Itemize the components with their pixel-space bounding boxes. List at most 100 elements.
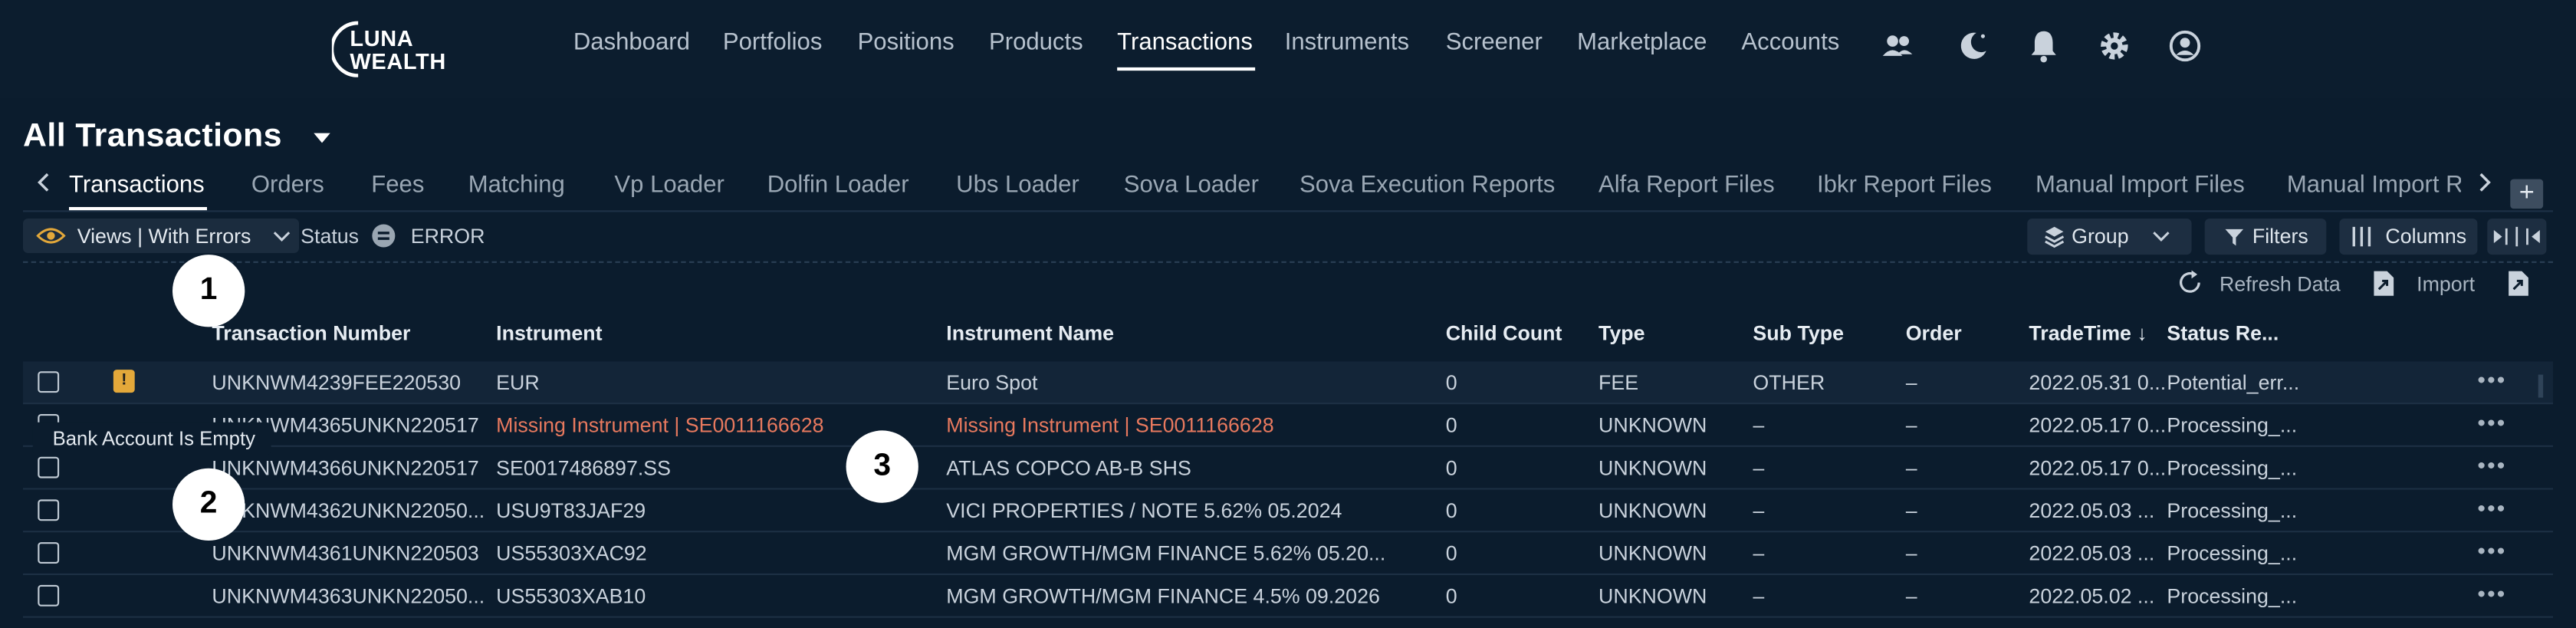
cell-status-reason: Potential_err... (2167, 371, 2300, 395)
nav-transactions[interactable]: Transactions (1117, 30, 1253, 56)
cell-order: – (1905, 584, 1917, 608)
nav-dashboard[interactable]: Dashboard (573, 30, 690, 56)
eye-icon (36, 228, 66, 244)
import-icon[interactable] (2372, 269, 2395, 297)
vertical-scrollbar[interactable] (2538, 374, 2544, 398)
cell-status-reason: Processing_... (2167, 499, 2298, 523)
nav-screener[interactable]: Screener (1446, 30, 1543, 56)
tab-manual-import-reports[interactable]: Manual Import R (2287, 173, 2461, 199)
cell-transaction-number: UNKNWM4363UNKN22050... (212, 584, 485, 608)
nav-marketplace[interactable]: Marketplace (1577, 30, 1707, 56)
cell-trade-time: 2022.05.02 ... (2029, 584, 2155, 608)
cell-sub-type: – (1753, 414, 1765, 437)
row-checkbox[interactable] (38, 371, 60, 393)
chevron-down-icon (2153, 232, 2170, 242)
cell-sub-type: – (1753, 499, 1765, 523)
gear-icon[interactable] (2096, 28, 2132, 64)
table-row[interactable]: ! UNKNWM4239FEE220530 EUR Euro Spot 0 FE… (23, 361, 2553, 405)
tab-ubs-loader[interactable]: Ubs Loader (956, 173, 1079, 199)
moon-icon[interactable] (1955, 28, 1991, 64)
cell-trade-time: 2022.05.17 0... (2029, 456, 2167, 480)
nav-instruments[interactable]: Instruments (1285, 30, 1409, 56)
refresh-icon[interactable] (2177, 269, 2203, 295)
tab-orders[interactable]: Orders (251, 173, 324, 199)
tab-sova-loader[interactable]: Sova Loader (1124, 173, 1259, 199)
cell-trade-time: 2022.05.31 0... (2029, 371, 2167, 395)
chevron-down-icon[interactable] (273, 230, 291, 243)
table-row[interactable]: UNKNWM4361UNKN220503 US55303XAC92 MGM GR… (23, 532, 2553, 575)
column-header-type[interactable]: Type (1598, 322, 1645, 345)
add-tab-button[interactable]: + (2510, 179, 2544, 209)
row-checkbox[interactable] (38, 542, 60, 564)
table-row[interactable]: UNKNWM4363UNKN22050... US55303XAB10 MGM … (23, 575, 2553, 618)
row-checkbox[interactable] (38, 584, 60, 607)
column-header-instrument[interactable]: Instrument (496, 322, 602, 345)
cell-child-count: 0 (1445, 542, 1457, 566)
nav-positions[interactable]: Positions (858, 30, 955, 56)
nav-accounts[interactable]: Accounts (1741, 30, 1839, 56)
cell-sub-type: – (1753, 542, 1765, 566)
refresh-data-button[interactable]: Refresh Data (2220, 273, 2341, 296)
row-checkbox[interactable] (38, 499, 60, 521)
row-actions-menu-icon[interactable]: ••• (2477, 452, 2506, 478)
cell-order: – (1905, 456, 1917, 480)
cell-order: – (1905, 542, 1917, 566)
cell-instrument: Missing Instrument | SE0011166628 (496, 414, 824, 437)
column-header-order[interactable]: Order (1906, 322, 1962, 345)
export-icon[interactable] (2507, 269, 2530, 297)
nav-portfolios[interactable]: Portfolios (723, 30, 823, 56)
luna-wealth-logo[interactable]: LUNA WEALTH (331, 18, 447, 77)
tab-fees[interactable]: Fees (371, 173, 424, 199)
user-circle-icon[interactable] (2167, 28, 2203, 64)
tab-transactions[interactable]: Transactions (69, 173, 205, 199)
tabs-scroll-left-icon[interactable] (36, 171, 52, 194)
column-header-transaction-number[interactable]: Transaction Number (212, 322, 410, 345)
row-actions-menu-icon[interactable]: ••• (2477, 409, 2506, 436)
cell-child-count: 0 (1445, 584, 1457, 608)
status-filter-value[interactable]: ERROR (411, 225, 485, 248)
row-actions-menu-icon[interactable]: ••• (2477, 580, 2506, 606)
annotation-badge-3: 3 (846, 430, 918, 503)
cell-instrument: SE0017486897.SS (496, 456, 672, 480)
column-header-status-reason[interactable]: Status Re... (2167, 322, 2279, 345)
column-header-sub-type[interactable]: Sub Type (1753, 322, 1844, 345)
cell-status-reason: Processing_... (2167, 584, 2298, 608)
tab-dolfin-loader[interactable]: Dolfin Loader (767, 173, 909, 199)
nav-products[interactable]: Products (989, 30, 1083, 56)
filters-label: Filters (2252, 225, 2308, 248)
table-row[interactable]: UNKNWM4362UNKN22050... USU9T83JAF29 VICI… (23, 490, 2553, 533)
table-row[interactable]: UNKNWM4365UNKN220517 Missing Instrument … (23, 404, 2553, 447)
tab-alfa-report-files[interactable]: Alfa Report Files (1598, 173, 1775, 199)
group-label: Group (2072, 225, 2129, 248)
cell-instrument: US55303XAB10 (496, 584, 646, 608)
column-header-trade-time[interactable]: TradeTime ↓ (2029, 322, 2147, 345)
cell-child-count: 0 (1445, 414, 1457, 437)
column-header-instrument-name[interactable]: Instrument Name (946, 322, 1114, 345)
collapse-panel-icon (2493, 226, 2540, 247)
chevron-down-icon[interactable] (312, 130, 332, 146)
cell-instrument-name: Euro Spot (946, 371, 1038, 395)
row-checkbox[interactable] (38, 456, 60, 478)
cell-instrument-name: ATLAS COPCO AB-B SHS (946, 456, 1191, 480)
table-row[interactable]: UNKNWM4366UNKN220517 SE0017486897.SS ATL… (23, 447, 2553, 490)
bell-icon[interactable] (2026, 28, 2062, 64)
cell-instrument: US55303XAC92 (496, 542, 647, 566)
row-actions-menu-icon[interactable]: ••• (2477, 367, 2506, 393)
tab-manual-import-files[interactable]: Manual Import Files (2036, 173, 2245, 199)
row-actions-menu-icon[interactable]: ••• (2477, 538, 2506, 564)
tab-ibkr-report-files[interactable]: Ibkr Report Files (1817, 173, 1992, 199)
row-actions-menu-icon[interactable]: ••• (2477, 495, 2506, 521)
users-icon[interactable] (1879, 28, 1915, 64)
import-button[interactable]: Import (2417, 273, 2475, 296)
tabs-divider (23, 210, 2553, 212)
views-label: Views | With Errors (77, 225, 251, 248)
columns-label: Columns (2385, 225, 2467, 248)
column-header-child-count[interactable]: Child Count (1446, 322, 1562, 345)
tab-matching[interactable]: Matching (468, 173, 565, 199)
logo-text: LUNA WEALTH (350, 27, 445, 74)
tab-sova-execution-reports[interactable]: Sova Execution Reports (1300, 173, 1555, 199)
equals-filter-icon[interactable] (371, 223, 396, 248)
tabs-scroll-right-icon[interactable] (2476, 171, 2492, 194)
cell-type: UNKNOWN (1598, 456, 1707, 480)
tab-vp-loader[interactable]: Vp Loader (614, 173, 724, 199)
